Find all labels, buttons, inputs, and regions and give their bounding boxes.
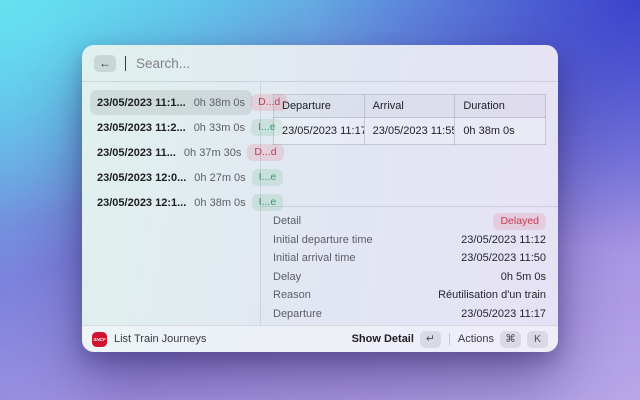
table-cell-departure: 23/05/2023 11:17: [273, 117, 365, 145]
journey-list: 23/05/2023 11:1... 0h 38m 0s D...d 23/05…: [82, 82, 288, 325]
footer-actions: Show Detail ↵ Actions ⌘ K: [352, 330, 548, 348]
metadata-value: 23/05/2023 11:12: [461, 233, 546, 246]
list-item[interactable]: 23/05/2023 11:2... 0h 33m 0s I...e: [90, 115, 283, 140]
metadata-row: Detail Delayed: [273, 212, 546, 231]
journey-date: 23/05/2023 12:0...: [97, 171, 187, 184]
search-bar: ←: [82, 45, 558, 82]
metadata-value: Réutilisation d'un train: [438, 289, 546, 302]
search-input[interactable]: [136, 55, 546, 71]
sncf-icon-text: SNCF: [93, 336, 106, 342]
desktop-background: ← 23/05/2023 11:1... 0h 38m 0s D...d 23/…: [0, 0, 640, 400]
journey-duration: 0h 33m 0s: [193, 121, 246, 134]
list-item[interactable]: 23/05/2023 12:1... 0h 38m 0s I...e: [90, 190, 284, 215]
enter-key-hint: ↵: [419, 330, 441, 348]
journey-date: 23/05/2023 11:1...: [97, 96, 186, 109]
delayed-badge: Delayed: [493, 213, 546, 230]
metadata-label: Detail: [273, 215, 302, 228]
list-item[interactable]: 23/05/2023 12:0... 0h 27m 0s I...e: [90, 165, 284, 190]
journey-date: 23/05/2023 12:1...: [97, 196, 187, 209]
metadata-value: 0h 5m 0s: [500, 270, 546, 283]
table-cell-duration: 0h 38m 0s: [454, 117, 546, 145]
journey-date: 23/05/2023 11:2...: [97, 121, 186, 134]
metadata-row: Initial arrival time 23/05/2023 11:50: [273, 249, 546, 268]
table-cell-arrival: 23/05/2023 11:55: [363, 117, 456, 145]
show-detail-action[interactable]: Show Detail: [352, 333, 414, 345]
metadata-row: Initial departure time 23/05/2023 11:12: [273, 231, 546, 250]
actions-menu-button[interactable]: Actions: [458, 333, 494, 345]
journey-duration: 0h 27m 0s: [194, 171, 246, 184]
metadata-label: Departure: [273, 307, 322, 320]
metadata-row: Reason Réutilisation d'un train: [273, 286, 546, 305]
back-arrow-icon: ←: [99, 56, 111, 70]
list-item[interactable]: 23/05/2023 11... 0h 37m 30s D...d: [90, 140, 284, 165]
detail-panel: Departure Arrival Duration 23/05/2023 11…: [261, 82, 558, 325]
list-item[interactable]: 23/05/2023 11:1... 0h 38m 0s D...d: [90, 90, 288, 115]
journey-table: Departure Arrival Duration 23/05/2023 11…: [273, 94, 546, 145]
raycast-window: ← 23/05/2023 11:1... 0h 38m 0s D...d 23/…: [82, 45, 558, 352]
extension-name: List Train Journeys: [114, 333, 207, 345]
metadata-label: Initial arrival time: [273, 252, 356, 265]
metadata-row: Delay 0h 5m 0s: [273, 268, 546, 287]
text-caret: [125, 55, 126, 71]
metadata-value: 23/05/2023 11:17: [461, 307, 546, 320]
footer-separator: [448, 333, 450, 345]
metadata-label: Initial departure time: [273, 233, 373, 246]
sncf-extension-icon: SNCF: [92, 331, 107, 347]
journey-duration: 0h 38m 0s: [194, 196, 246, 209]
table-row: 23/05/2023 11:17 23/05/2023 11:55 0h 38m…: [273, 117, 546, 145]
cmd-key-hint: ⌘: [500, 330, 521, 348]
table-header-arrival: Arrival: [363, 94, 456, 118]
journey-duration: 0h 38m 0s: [193, 96, 246, 109]
metadata-label: Reason: [273, 289, 311, 302]
table-header-duration: Duration: [454, 94, 546, 118]
k-key-hint: K: [527, 330, 548, 348]
journey-date: 23/05/2023 11...: [97, 146, 176, 159]
back-button[interactable]: ←: [94, 54, 116, 72]
metadata-value: 23/05/2023 11:50: [461, 252, 546, 265]
content-area: 23/05/2023 11:1... 0h 38m 0s D...d 23/05…: [82, 82, 558, 325]
table-header-departure: Departure: [273, 94, 365, 118]
metadata-label: Delay: [273, 270, 302, 283]
journey-duration: 0h 37m 30s: [183, 146, 242, 159]
metadata-row: Departure 23/05/2023 11:17: [273, 305, 546, 324]
table-header-row: Departure Arrival Duration: [273, 94, 546, 118]
metadata-list: Detail Delayed Initial departure time 23…: [273, 207, 546, 323]
footer-bar: SNCF List Train Journeys Show Detail ↵ A…: [82, 325, 558, 352]
